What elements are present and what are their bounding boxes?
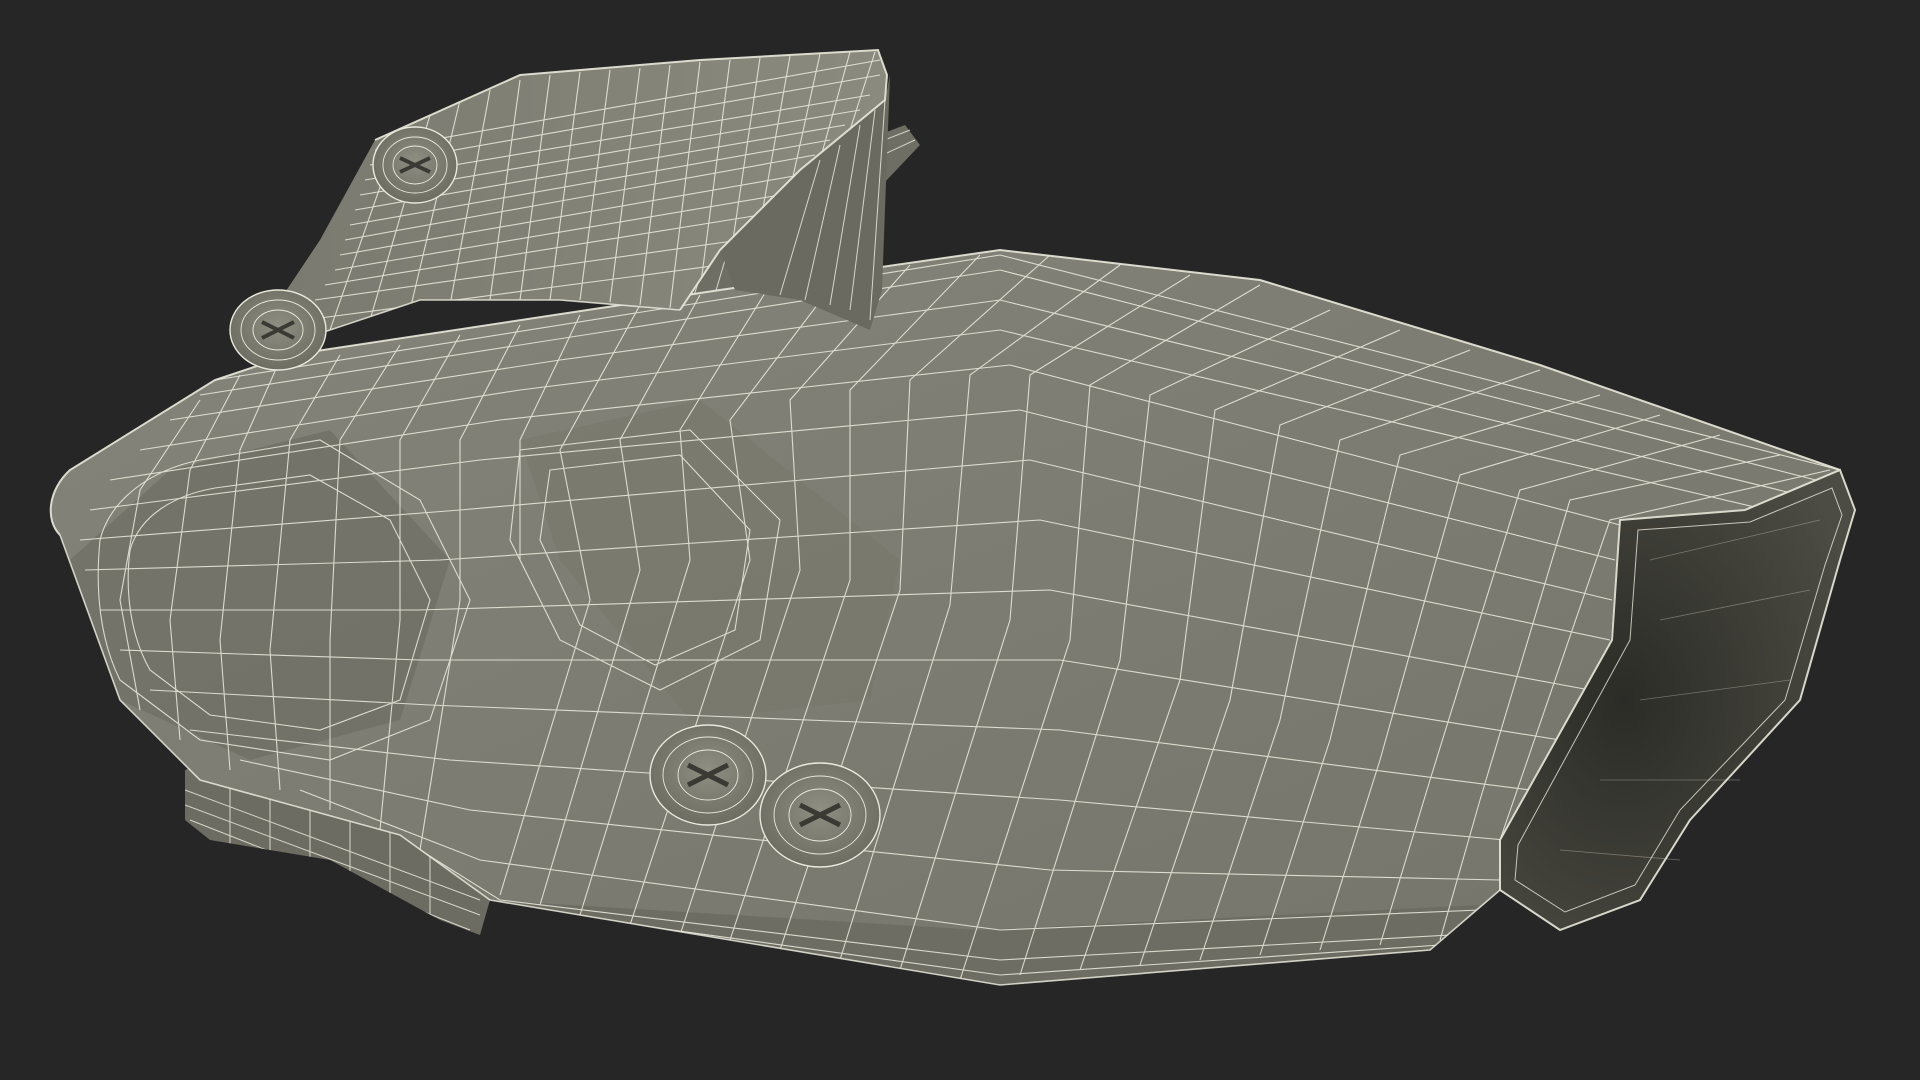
screw-body-right (759, 762, 881, 868)
screw-body-left (649, 724, 767, 826)
holster-render (49, 48, 1857, 986)
screw-clip-upper (372, 126, 458, 204)
render-viewport (0, 0, 1920, 1080)
belt-clip (280, 48, 890, 341)
screw-clip-lower (229, 289, 327, 371)
